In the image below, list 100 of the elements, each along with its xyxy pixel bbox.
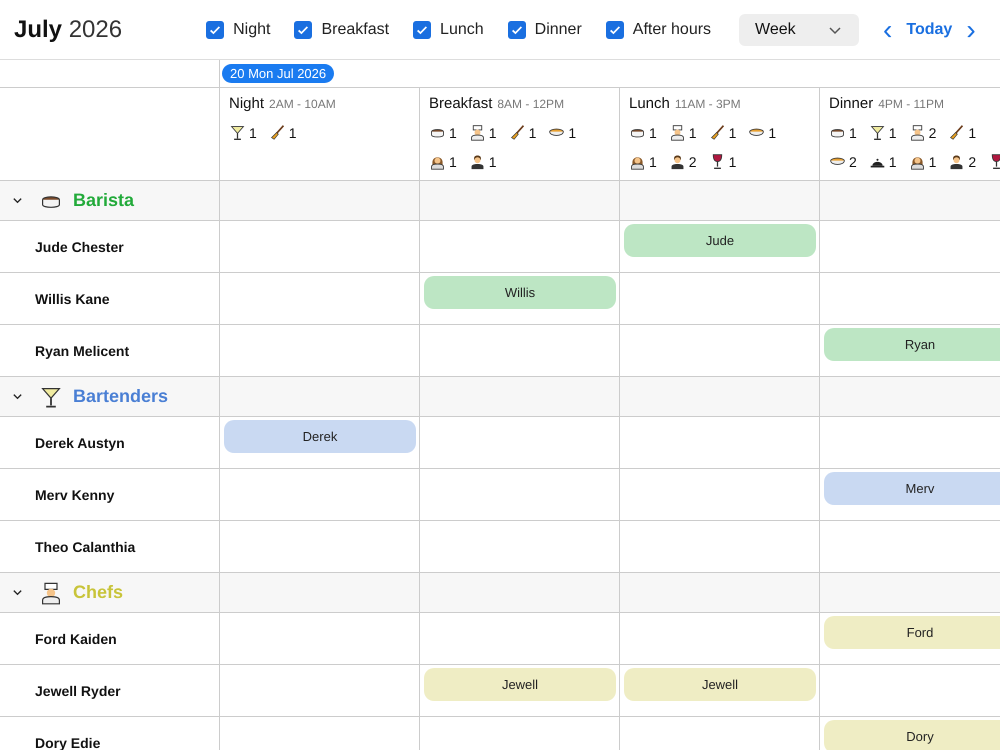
chef-icon [908,124,926,141]
waiter-icon [468,153,486,170]
shift-assignment[interactable]: Willis [424,276,616,309]
shift-name: Dinner [829,95,874,112]
shift-name: Lunch [629,95,670,112]
schedule-cell[interactable] [819,417,1000,469]
demand-count: 2 [849,154,857,170]
demand-count: 1 [968,124,976,140]
filter-checkbox[interactable]: After hours [606,20,712,38]
demand-count: 1 [449,154,457,170]
demand-count: 1 [288,124,297,140]
shift-time: 11AM - 3PM [674,97,741,111]
schedule-cell[interactable]: Merv [819,469,1000,521]
schedule-cell[interactable]: Jude [619,221,819,273]
next-button[interactable]: › [962,14,980,44]
checkbox[interactable] [206,20,224,38]
previous-button[interactable]: ‹ [879,14,896,44]
calendar-title: July 2026 [14,16,122,44]
chevron-icon[interactable] [12,587,23,598]
demand-count: 1 [849,124,857,140]
employee-name: Merv Kenny [35,486,114,502]
schedule-cell[interactable]: Jewell [619,665,819,717]
demand-count: 1 [528,124,536,140]
demand-count: 1 [488,154,497,170]
schedule-cell[interactable]: Derek [219,417,419,469]
demand-count: 1 [449,124,457,140]
schedule-cell[interactable] [619,417,819,469]
demand-count: 1 [728,154,736,170]
demand-count: 2 [928,124,936,140]
schedule-cell[interactable]: Jewell [419,665,619,717]
cocktail-glass-icon [868,124,886,141]
demand-count: 1 [488,124,497,140]
shift-assignment[interactable]: Derek [224,420,416,453]
waiter-icon [668,153,686,170]
group-name: Chefs [73,582,124,603]
demand-count: 1 [249,124,257,140]
demand-count: 1 [649,124,657,140]
chevron-icon[interactable] [12,195,23,206]
employee-name: Jewell Ryder [35,682,121,698]
schedule-cell[interactable]: Willis [419,273,619,325]
today-button[interactable]: Today [900,16,958,42]
shift-assignment[interactable]: Jewell [624,668,816,701]
demand-count: 2 [688,154,697,170]
shift-time: 4PM - 11PM [878,97,944,111]
checkbox[interactable] [508,20,526,38]
employee-name: Ford Kaiden [35,630,117,646]
checkbox[interactable] [606,20,624,38]
schedule-cell[interactable] [819,221,1000,273]
broom-icon [948,124,966,141]
schedule-cell[interactable] [219,665,419,717]
employee-name: Theo Calanthia [35,538,136,554]
employee-name: Derek Austyn [35,434,125,450]
demand-count: 2 [968,154,976,170]
chef-icon [468,124,486,141]
filter-checkbox[interactable]: Breakfast [294,20,390,38]
schedule-cell[interactable] [419,221,619,273]
shift-time: 8AM - 12PM [497,97,564,111]
demand-count: 1 [568,124,576,140]
group-header[interactable]: Bartenders [0,377,219,417]
chevron-icon[interactable] [12,391,23,402]
schedule-cell[interactable]: Ford [819,613,1000,665]
shift-assignment[interactable]: Jude [624,224,816,257]
group-name: Bartenders [73,386,168,407]
filter-checkbox[interactable]: Lunch [413,20,484,38]
schedule-cell[interactable] [219,613,419,665]
demand-count: 1 [649,154,657,170]
schedule-cell[interactable] [619,273,819,325]
filter-checkbox[interactable]: Night [206,20,270,38]
schedule-cell[interactable] [619,469,819,521]
chef-icon [668,124,686,141]
schedule-cell[interactable] [219,273,419,325]
shift-assignment[interactable]: Ryan [824,328,1000,361]
checkbox[interactable] [294,20,312,38]
shift-assignment[interactable]: Merv [824,472,1000,505]
schedule-cell[interactable] [819,665,1000,717]
schedule-cell[interactable] [219,221,419,273]
waiter-icon [948,153,966,170]
demand-count: 1 [768,124,776,140]
demand-count: 1 [888,154,897,170]
broom-icon [268,124,286,141]
schedule-cell[interactable] [419,417,619,469]
demand-count: 1 [888,124,897,140]
shift-assignment[interactable]: Jewell [424,668,616,701]
broom-icon [708,124,726,141]
checkbox[interactable] [413,20,432,38]
filter-checkbox[interactable]: Dinner [508,20,582,38]
schedule-cell[interactable] [819,273,1000,325]
date-badge: 20 Mon Jul 2026 [222,64,334,83]
group-name: Barista [73,190,134,211]
schedule-cell[interactable] [419,469,619,521]
demand-count: 1 [688,124,697,140]
schedule-cell[interactable] [219,469,419,521]
schedule-cell[interactable] [619,613,819,665]
shift-assignment[interactable]: Ford [824,616,1000,649]
view-dropdown[interactable]: Week [739,14,860,46]
employee-name: Willis Kane [35,290,110,306]
schedule-cell[interactable] [419,613,619,665]
employee-name: Jude Chester [35,238,124,254]
shift-name: Breakfast [429,95,492,112]
schedule-cell[interactable]: Ryan [819,325,1000,377]
